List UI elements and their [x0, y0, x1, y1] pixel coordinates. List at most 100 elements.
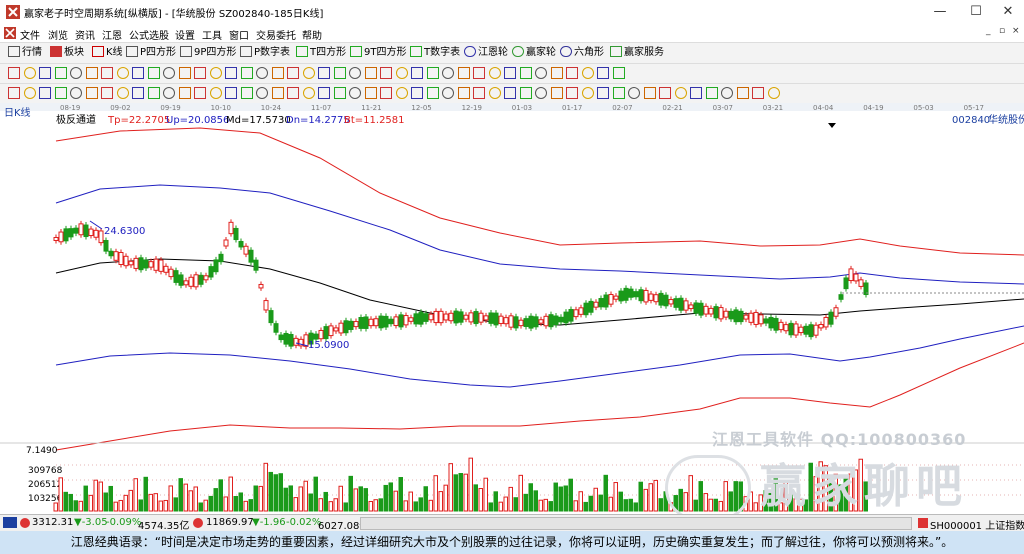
analysis-tool-42-icon[interactable] — [659, 87, 671, 99]
analysis-tool-49-icon[interactable] — [767, 87, 780, 99]
drawing-tool-7-icon[interactable] — [116, 67, 129, 79]
drawing-tool-14-icon[interactable] — [225, 67, 237, 79]
drawing-tool-3-icon[interactable] — [54, 67, 67, 79]
drawing-tool-1-icon[interactable] — [23, 67, 36, 79]
drawing-tool-17-icon[interactable] — [271, 67, 284, 79]
analysis-tool-23-icon[interactable] — [364, 87, 377, 99]
analysis-tool-36-icon[interactable] — [566, 87, 578, 99]
drawing-tool-37-icon[interactable] — [581, 67, 594, 79]
tool-p-table[interactable]: P数字表 — [240, 46, 290, 60]
drawing-tool-28-icon[interactable] — [442, 67, 454, 79]
drawing-tool-38-icon[interactable] — [597, 67, 609, 79]
analysis-tool-37-icon[interactable] — [581, 87, 594, 99]
drawing-tool-26-icon[interactable] — [411, 67, 423, 79]
analysis-tool-6-icon[interactable] — [101, 87, 113, 99]
tool-hexagon[interactable]: 六角形 — [560, 46, 604, 60]
minimize-button[interactable]: — — [922, 2, 958, 22]
drawing-tool-15-icon[interactable] — [240, 67, 253, 79]
maximize-button[interactable]: ☐ — [958, 2, 994, 22]
menu-help[interactable]: 帮助 — [302, 27, 322, 42]
drawing-tool-8-icon[interactable] — [132, 67, 144, 79]
analysis-tool-46-icon[interactable] — [721, 87, 733, 99]
tool-kline[interactable]: K线 — [92, 46, 123, 60]
analysis-tool-7-icon[interactable] — [116, 87, 129, 99]
tool-sectors[interactable]: 板块 — [50, 46, 84, 60]
analysis-tool-5-icon[interactable] — [85, 87, 98, 99]
drawing-tool-19-icon[interactable] — [302, 67, 315, 79]
analysis-tool-28-icon[interactable] — [442, 87, 454, 99]
drawing-tool-30-icon[interactable] — [473, 67, 485, 79]
app-menu-icon[interactable] — [4, 27, 16, 39]
menu-formula[interactable]: 公式选股 — [129, 27, 169, 42]
analysis-tool-32-icon[interactable] — [504, 87, 516, 99]
drawing-tool-25-icon[interactable] — [395, 67, 408, 79]
drawing-tool-0-icon[interactable] — [8, 67, 20, 79]
drawing-tool-36-icon[interactable] — [566, 67, 578, 79]
drawing-tool-22-icon[interactable] — [349, 67, 361, 79]
mdi-close-button[interactable]: × — [1012, 26, 1020, 36]
analysis-tool-30-icon[interactable] — [473, 87, 485, 99]
analysis-tool-33-icon[interactable] — [519, 87, 532, 99]
tool-9t-square[interactable]: 9T四方形 — [350, 46, 406, 60]
analysis-tool-22-icon[interactable] — [349, 87, 361, 99]
analysis-tool-19-icon[interactable] — [302, 87, 315, 99]
tool-winner-wheel[interactable]: 赢家轮 — [512, 46, 556, 60]
tool-service[interactable]: 赢家服务 — [610, 46, 664, 60]
drawing-tool-21-icon[interactable] — [333, 67, 346, 79]
analysis-tool-38-icon[interactable] — [597, 87, 609, 99]
drawing-tool-24-icon[interactable] — [380, 67, 392, 79]
analysis-tool-18-icon[interactable] — [287, 87, 299, 99]
drawing-tool-16-icon[interactable] — [256, 67, 268, 79]
analysis-tool-24-icon[interactable] — [380, 87, 392, 99]
analysis-tool-0-icon[interactable] — [8, 87, 20, 99]
analysis-tool-9-icon[interactable] — [147, 87, 160, 99]
analysis-tool-14-icon[interactable] — [225, 87, 237, 99]
menu-tools[interactable]: 工具 — [202, 27, 222, 42]
analysis-tool-11-icon[interactable] — [178, 87, 191, 99]
analysis-tool-21-icon[interactable] — [333, 87, 346, 99]
drawing-tool-5-icon[interactable] — [85, 67, 98, 79]
analysis-tool-25-icon[interactable] — [395, 87, 408, 99]
drawing-tool-10-icon[interactable] — [163, 67, 175, 79]
analysis-tool-20-icon[interactable] — [318, 87, 330, 99]
drawing-tool-20-icon[interactable] — [318, 67, 330, 79]
analysis-tool-15-icon[interactable] — [240, 87, 253, 99]
analysis-tool-35-icon[interactable] — [550, 87, 563, 99]
analysis-tool-26-icon[interactable] — [411, 87, 423, 99]
analysis-tool-40-icon[interactable] — [628, 87, 640, 99]
mdi-minimize-button[interactable]: _ — [986, 26, 991, 36]
menu-browse[interactable]: 浏览 — [48, 27, 68, 42]
drawing-tool-35-icon[interactable] — [550, 67, 563, 79]
analysis-tool-39-icon[interactable] — [612, 87, 625, 99]
analysis-tool-13-icon[interactable] — [209, 87, 222, 99]
drawing-tool-18-icon[interactable] — [287, 67, 299, 79]
analysis-tool-48-icon[interactable] — [752, 87, 764, 99]
analysis-tool-4-icon[interactable] — [70, 87, 82, 99]
analysis-tool-44-icon[interactable] — [690, 87, 702, 99]
tool-gann-wheel[interactable]: 江恩轮 — [464, 46, 508, 60]
drawing-tool-6-icon[interactable] — [101, 67, 113, 79]
analysis-tool-27-icon[interactable] — [426, 87, 439, 99]
menu-info[interactable]: 资讯 — [75, 27, 95, 42]
tool-p-square[interactable]: P四方形 — [126, 46, 176, 60]
analysis-tool-8-icon[interactable] — [132, 87, 144, 99]
drawing-tool-27-icon[interactable] — [426, 67, 439, 79]
drawing-tool-12-icon[interactable] — [194, 67, 206, 79]
drawing-tool-23-icon[interactable] — [364, 67, 377, 79]
drawing-tool-4-icon[interactable] — [70, 67, 82, 79]
analysis-tool-10-icon[interactable] — [163, 87, 175, 99]
analysis-tool-12-icon[interactable] — [194, 87, 206, 99]
horizontal-scrollbar[interactable] — [360, 517, 912, 530]
tool-9p-square[interactable]: 9P四方形 — [180, 46, 236, 60]
analysis-tool-17-icon[interactable] — [271, 87, 284, 99]
analysis-tool-43-icon[interactable] — [674, 87, 687, 99]
drawing-tool-34-icon[interactable] — [535, 67, 547, 79]
menu-file[interactable]: 文件 — [20, 27, 40, 42]
analysis-tool-3-icon[interactable] — [54, 87, 67, 99]
drawing-tool-29-icon[interactable] — [457, 67, 470, 79]
analysis-tool-29-icon[interactable] — [457, 87, 470, 99]
tool-quotes[interactable]: 行情 — [8, 46, 42, 60]
drawing-tool-39-icon[interactable] — [612, 67, 625, 79]
analysis-tool-2-icon[interactable] — [39, 87, 51, 99]
menu-settings[interactable]: 设置 — [175, 27, 195, 42]
